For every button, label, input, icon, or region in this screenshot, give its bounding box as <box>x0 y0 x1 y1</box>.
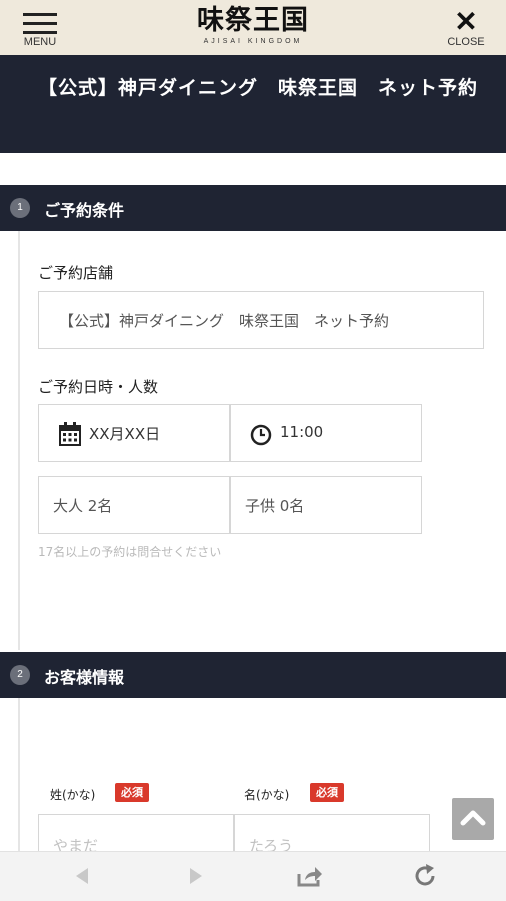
logo-text: 味祭王国 <box>197 5 309 36</box>
page-title-bar: 【公式】神戸ダイニング 味祭王国 ネット予約 <box>0 55 506 153</box>
chevron-up-icon <box>460 810 486 826</box>
section-number-badge: 1 <box>10 198 30 218</box>
adults-select[interactable]: 大人 2名 <box>38 476 230 534</box>
site-logo[interactable]: 味祭王国 AJISAI KINGDOM <box>0 5 506 46</box>
close-button[interactable]: ✕ CLOSE <box>446 6 486 49</box>
time-picker[interactable]: 11:00 <box>230 404 422 462</box>
clock-icon <box>250 424 272 446</box>
children-select[interactable]: 子供 0名 <box>230 476 422 534</box>
section-number-badge: 2 <box>10 665 30 685</box>
store-label: ご予約店舗 <box>38 264 114 282</box>
adults-value: 大人 2名 <box>53 497 113 515</box>
section-header-customer-info: 2 お客様情報 <box>0 652 506 698</box>
reload-icon[interactable] <box>412 863 438 889</box>
section-left-rule <box>18 231 20 650</box>
date-value: XX月XX日 <box>89 425 161 443</box>
required-badge: 必須 <box>310 783 344 802</box>
forward-arrow-icon[interactable] <box>186 866 206 886</box>
store-value: 【公式】神戸ダイニング 味祭王国 ネット予約 <box>59 312 390 330</box>
share-icon[interactable] <box>296 864 324 888</box>
back-arrow-icon[interactable] <box>72 866 92 886</box>
required-badge: 必須 <box>115 783 149 802</box>
section-header-conditions: 1 ご予約条件 <box>0 185 506 231</box>
logo-subtext: AJISAI KINGDOM <box>203 38 303 45</box>
lastname-kana-label: 姓(かな) <box>50 788 96 802</box>
page-title: 【公式】神戸ダイニング 味祭王国 ネット予約 <box>38 77 479 99</box>
date-picker[interactable]: XX月XX日 <box>38 404 230 462</box>
datetime-label: ご予約日時・人数 <box>38 378 159 396</box>
group-size-note: 17名以上の予約は問合せください <box>38 545 222 559</box>
section-title: お客様情報 <box>44 668 125 687</box>
close-label: CLOSE <box>447 36 485 48</box>
store-select[interactable]: 【公式】神戸ダイニング 味祭王国 ネット予約 <box>38 291 484 349</box>
top-header: MENU 味祭王国 AJISAI KINGDOM ✕ CLOSE <box>0 0 506 55</box>
calendar-icon <box>59 422 81 446</box>
browser-bottom-bar <box>0 851 506 901</box>
children-value: 子供 0名 <box>245 497 305 515</box>
section-left-rule <box>18 698 20 851</box>
time-value: 11:00 <box>280 423 324 441</box>
section-title: ご予約条件 <box>44 201 125 220</box>
firstname-kana-label: 名(かな) <box>244 788 290 802</box>
scroll-to-top-button[interactable] <box>452 798 494 840</box>
close-icon: ✕ <box>454 6 478 37</box>
